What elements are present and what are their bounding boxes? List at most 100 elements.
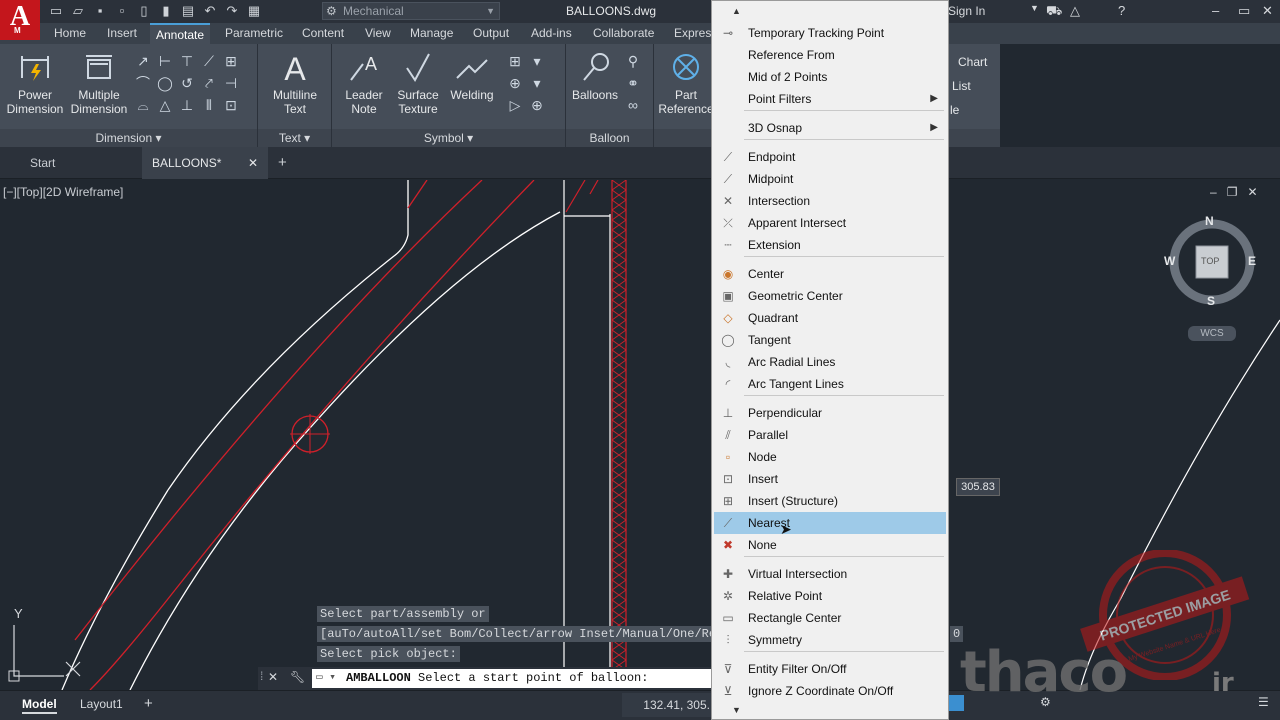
tab-add-ins[interactable]: Add-ins <box>531 26 572 40</box>
edge-symbol-icon[interactable]: ⊕ <box>528 96 546 114</box>
grip-icon[interactable]: ⁞ <box>260 669 263 683</box>
open-web-icon[interactable]: ▯ <box>136 3 152 19</box>
menu-item-tangent[interactable]: ◯ Tangent <box>714 329 946 351</box>
menu-item-arc-radial-lines[interactable]: ◟ Arc Radial Lines <box>714 351 946 373</box>
workspace-dropdown[interactable]: ⚙ Mechanical ▼ <box>322 2 500 20</box>
menu-item-ignore-z-coordinate-on-off[interactable]: ⊻ Ignore Z Coordinate On/Off <box>714 680 946 702</box>
exchange-icon[interactable]: △ <box>1070 3 1080 19</box>
add-layout-button[interactable]: + <box>144 694 153 714</box>
balloon-align-icon[interactable]: ∞ <box>624 96 642 114</box>
save-icon[interactable]: ▪ <box>92 3 108 19</box>
menu-item-node[interactable]: ▫ Node <box>714 446 946 468</box>
viewport-close-button[interactable]: ✕ <box>1247 185 1257 199</box>
tab-content[interactable]: Content <box>302 26 344 40</box>
save-as-icon[interactable]: ▫ <box>114 3 130 19</box>
tab-manage[interactable]: Manage <box>410 26 453 40</box>
ordinate-dim-icon[interactable]: ⤤ <box>200 74 218 92</box>
jogged-dim-icon[interactable]: ↺ <box>178 74 196 92</box>
close-icon[interactable]: ✕ <box>268 670 278 684</box>
menu-item-intersection[interactable]: ✕ Intersection <box>714 190 946 212</box>
tab-annotate[interactable]: Annotate <box>150 23 211 44</box>
viewcube[interactable]: N S E W TOP <box>1160 208 1264 318</box>
minimize-button[interactable]: – <box>1212 3 1219 18</box>
dimension-panel-title[interactable]: Dimension ▾ <box>0 129 257 147</box>
application-menu-button[interactable]: A M <box>0 0 40 40</box>
tab-output[interactable]: Output <box>473 26 509 40</box>
continue-dim-icon[interactable]: ⊣ <box>222 74 240 92</box>
menu-item-relative-point[interactable]: ✲ Relative Point <box>714 585 946 607</box>
dropdown-arrow-icon[interactable]: ▾ <box>528 74 546 92</box>
menu-item-perpendicular[interactable]: ⊥ Perpendicular <box>714 402 946 424</box>
viewport-restore-button[interactable]: ❐ <box>1227 185 1238 199</box>
model-tab[interactable]: Model <box>22 694 57 714</box>
undo-icon[interactable]: ↶ <box>202 3 218 19</box>
file-tab-balloons[interactable]: BALLOONS* ✕ <box>142 147 268 179</box>
balloon-collect-icon[interactable]: ⚭ <box>624 74 642 92</box>
close-icon[interactable]: ✕ <box>248 147 258 179</box>
menu-item-parallel[interactable]: ⫽ Parallel <box>714 424 946 446</box>
balloons-button[interactable]: Balloons <box>568 50 622 102</box>
tab-collaborate[interactable]: Collaborate <box>593 26 654 40</box>
linear-dim-icon[interactable]: ↗ <box>134 52 152 70</box>
menu-item-insert-structure[interactable]: ⊞ Insert (Structure) <box>714 490 946 512</box>
customize-menu-icon[interactable]: ☰ <box>1258 695 1269 709</box>
menu-item-point-filters[interactable]: Point Filters ▶ <box>714 88 946 110</box>
coordinate-readout[interactable]: 132.41, 305. <box>622 693 714 717</box>
text-panel-title[interactable]: Text ▾ <box>258 129 331 147</box>
help-icon[interactable]: ? <box>1118 3 1125 18</box>
tab-home[interactable]: Home <box>54 26 86 40</box>
power-dimension-button[interactable]: Power Dimension <box>4 50 66 116</box>
vertical-dim-icon[interactable]: ⊤ <box>178 52 196 70</box>
menu-item-midpoint[interactable]: ⟋ Midpoint <box>714 168 946 190</box>
compass-west[interactable]: W <box>1164 254 1175 268</box>
feature-control-icon[interactable]: ⊞ <box>506 52 524 70</box>
menu-item-mid-of-2-points[interactable]: Mid of 2 Points <box>714 66 946 88</box>
balloon-panel-title[interactable]: Balloon <box>566 129 653 147</box>
part-reference-button[interactable]: Part Reference <box>656 50 716 116</box>
redo-icon[interactable]: ↷ <box>224 3 240 19</box>
command-input[interactable]: ▭ ▾ AMBALLOON Select a start point of ba… <box>312 669 714 688</box>
taper-icon[interactable]: ▷ <box>506 96 524 114</box>
dropdown-arrow-icon[interactable]: ▾ <box>528 52 546 70</box>
command-recent-icon[interactable]: ▭ ▾ <box>316 669 336 688</box>
parts-list-label[interactable]: List <box>952 79 971 93</box>
menu-item-insert[interactable]: ⊡ Insert <box>714 468 946 490</box>
horizontal-dim-icon[interactable]: ⊢ <box>156 52 174 70</box>
file-tab-start[interactable]: Start <box>30 147 55 179</box>
menu-scroll-up-icon[interactable]: ▲ <box>732 6 741 16</box>
tab-insert[interactable]: Insert <box>107 26 137 40</box>
surface-texture-button[interactable]: Surface Texture <box>392 50 444 116</box>
menu-item-nearest[interactable]: ⟋ Nearest ➤ <box>714 512 946 537</box>
menu-item-arc-tangent-lines[interactable]: ◜ Arc Tangent Lines <box>714 373 946 395</box>
viewcube-top-face[interactable]: TOP <box>1201 256 1219 266</box>
tab-parametric[interactable]: Parametric <box>225 26 283 40</box>
wrench-icon[interactable]: 🔧︎ <box>290 670 305 684</box>
menu-item-3d-osnap[interactable]: 3D Osnap ▶ <box>714 117 946 139</box>
menu-scroll-down-icon[interactable]: ▼ <box>732 705 741 715</box>
chain-dim-icon[interactable]: ⊥ <box>178 96 196 114</box>
arc-length-icon[interactable]: ⌓ <box>134 96 152 114</box>
aligned-dim-icon[interactable]: ⟋ <box>200 52 218 70</box>
radius-dim-icon[interactable]: ◯ <box>156 74 174 92</box>
table-dim-icon[interactable]: ⊡ <box>222 96 240 114</box>
leader-note-button[interactable]: A Leader Note <box>338 50 390 116</box>
viewport-minimize-button[interactable]: – <box>1210 185 1217 199</box>
baseline-dim-icon[interactable]: ⊞ <box>222 52 240 70</box>
print-icon[interactable]: ▤ <box>180 3 196 19</box>
symbol-panel-title[interactable]: Symbol ▾ <box>332 129 565 147</box>
stack-dim-icon[interactable]: ⫴ <box>200 96 218 114</box>
menu-item-quadrant[interactable]: ◇ Quadrant <box>714 307 946 329</box>
menu-item-none[interactable]: ✖ None <box>714 534 946 556</box>
new-file-icon[interactable]: ▭ <box>48 3 64 19</box>
menu-item-apparent-intersect[interactable]: ⤫ Apparent Intersect <box>714 212 946 234</box>
arc-dim-icon[interactable]: ⌒ <box>134 74 152 92</box>
match-properties-icon[interactable]: ▦ <box>246 3 262 19</box>
menu-item-symmetry[interactable]: ⫶ Symmetry <box>714 629 946 651</box>
menu-item-geometric-center[interactable]: ▣ Geometric Center <box>714 285 946 307</box>
datum-identifier-icon[interactable]: ⊕ <box>506 74 524 92</box>
menu-item-reference-from[interactable]: Reference From <box>714 44 946 66</box>
open-file-icon[interactable]: ▱ <box>70 3 86 19</box>
new-tab-button[interactable]: + <box>278 147 287 179</box>
wcs-menu[interactable]: WCS <box>1188 326 1236 341</box>
balloon-small-icon[interactable]: ⚲ <box>624 52 642 70</box>
